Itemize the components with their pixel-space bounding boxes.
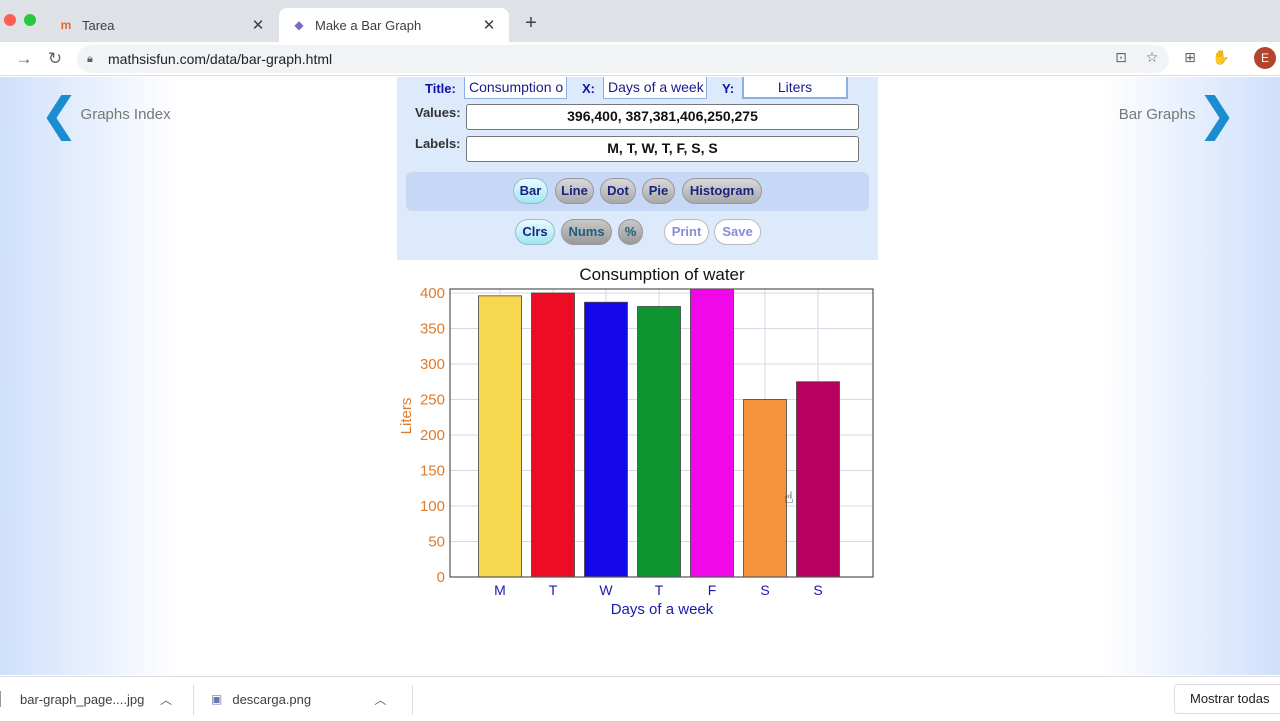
tab-title: Make a Bar Graph: [315, 17, 422, 33]
x-tick-label: T: [549, 582, 558, 598]
graph-type-strip: Bar Line Dot Pie Histogram: [406, 172, 869, 211]
save-button[interactable]: Save: [714, 219, 761, 245]
y-label: Y:: [722, 81, 735, 96]
tab-make-a-bar-graph[interactable]: ◆ Make a Bar Graph ✕: [279, 8, 509, 42]
address-bar[interactable]: 🔒︎ mathsisfun.com/data/bar-graph.html: [77, 45, 1169, 73]
translate-icon[interactable]: ⊡: [1111, 49, 1131, 66]
browser-toolbar: → ↻ 🔒︎ mathsisfun.com/data/bar-graph.htm…: [0, 42, 1280, 76]
x-tick-label: T: [655, 582, 664, 598]
download-item-jpg[interactable]: bar-graph_page....jpg ︿: [0, 677, 190, 721]
image-file-icon: ▣: [211, 692, 223, 706]
graphs-index-link[interactable]: ❮ Graphs Index: [40, 91, 171, 137]
pie-type-button[interactable]: Pie: [642, 178, 675, 204]
extension-hand-icon[interactable]: ✋: [1211, 49, 1231, 66]
y-axis-title: Liters: [398, 398, 415, 435]
mathsisfun-icon: ◆: [294, 18, 304, 32]
title-label: Title:: [425, 81, 456, 96]
nav-prev-label: Graphs Index: [80, 105, 171, 123]
new-tab-icon[interactable]: +: [520, 12, 542, 35]
y-tick-label: 100: [420, 498, 445, 515]
histogram-type-button[interactable]: Histogram: [682, 178, 762, 204]
x-tick-label: W: [599, 582, 613, 598]
bar-type-button[interactable]: Bar: [513, 178, 548, 204]
page-content: ❮ Graphs Index Bar Graphs ❯ Title: Consu…: [0, 77, 1280, 675]
y-tick-label: 0: [437, 569, 445, 586]
nav-next-label: Bar Graphs: [1118, 105, 1196, 123]
chevron-up-icon[interactable]: ︿: [160, 691, 172, 708]
bar-graphs-link[interactable]: Bar Graphs ❯: [1119, 91, 1236, 137]
graph-settings-panel: Title: Consumption o X: Days of a week Y…: [397, 77, 878, 260]
bar-1: [478, 295, 522, 578]
line-type-button[interactable]: Line: [555, 178, 594, 204]
bar-chart: Consumption of water Days of a week Lite…: [390, 262, 890, 622]
y-tick-label: 200: [420, 427, 445, 444]
lock-icon: 🔒︎: [87, 53, 93, 65]
bar-3: [584, 301, 628, 578]
x-axis-input[interactable]: Days of a week: [603, 77, 707, 99]
numbers-toggle[interactable]: Nums: [561, 219, 612, 245]
maximize-window-icon[interactable]: [24, 14, 36, 26]
values-textarea[interactable]: 396,400, 387,381,406,250,275: [466, 104, 859, 130]
percent-toggle[interactable]: %: [618, 219, 643, 245]
y-tick-label: 150: [420, 463, 445, 480]
moodle-icon: m: [60, 18, 72, 32]
x-tick-label: S: [813, 582, 822, 598]
close-tab-icon[interactable]: ✕: [481, 16, 497, 34]
chart-bars: [478, 288, 840, 578]
show-all-downloads-button[interactable]: Mostrar todas: [1174, 684, 1280, 714]
close-tab-icon[interactable]: ✕: [250, 16, 266, 34]
download-filename: descarga.png: [232, 691, 312, 707]
x-label: X:: [582, 81, 595, 96]
hand-cursor-icon: ☝: [784, 490, 794, 507]
tab-bar: m Tarea ✕ ◆ Make a Bar Graph ✕ +: [0, 0, 1280, 42]
divider: [193, 685, 194, 715]
star-icon[interactable]: ☆: [1142, 49, 1162, 66]
file-icon: [0, 691, 10, 707]
print-button[interactable]: Print: [664, 219, 709, 245]
y-axis-input[interactable]: Liters: [742, 77, 848, 99]
chart-svg: Consumption of water Days of a week Lite…: [398, 265, 874, 618]
bar-7: [796, 381, 840, 578]
x-axis-title: Days of a week: [611, 601, 714, 618]
chevron-up-icon[interactable]: ︿: [374, 691, 386, 708]
bar-2: [531, 292, 575, 578]
downloads-bar: bar-graph_page....jpg ︿ ▣ descarga.png ︿…: [0, 676, 1280, 720]
y-tick-label: 350: [420, 321, 445, 338]
bar-5: [690, 288, 734, 578]
dot-type-button[interactable]: Dot: [600, 178, 636, 204]
x-tick-label: M: [494, 582, 506, 598]
tab-title: Tarea: [82, 17, 115, 33]
x-tick-label: F: [708, 582, 717, 598]
x-tick-labels: MTWTFSS: [494, 582, 823, 598]
y-tick-label: 250: [420, 392, 445, 409]
chart-title: Consumption of water: [579, 265, 745, 284]
values-label: Values:: [415, 105, 461, 120]
colors-toggle[interactable]: Clrs: [515, 219, 555, 245]
bar-6: [743, 399, 787, 578]
labels-label: Labels:: [415, 136, 461, 151]
y-tick-label: 300: [420, 356, 445, 373]
download-filename: bar-graph_page....jpg: [20, 691, 145, 707]
divider: [412, 685, 413, 715]
forward-icon[interactable]: →: [13, 48, 35, 70]
tab-tarea[interactable]: m Tarea ✕: [46, 8, 278, 42]
avatar[interactable]: E: [1254, 47, 1276, 69]
reload-icon[interactable]: ↻: [44, 48, 66, 70]
y-tick-label: 400: [420, 285, 445, 302]
title-input[interactable]: Consumption o: [464, 77, 567, 99]
download-item-png[interactable]: ▣ descarga.png ︿: [211, 677, 401, 721]
x-tick-label: S: [760, 582, 769, 598]
labels-textarea[interactable]: M, T, W, T, F, S, S: [466, 136, 859, 162]
y-tick-labels: 0 50 100 150 200 250 300 350 400: [420, 285, 445, 586]
bar-4: [637, 306, 681, 578]
close-window-icon[interactable]: [4, 14, 16, 26]
chevron-right-icon: ❯: [1197, 88, 1236, 140]
chevron-left-icon: ❮: [40, 88, 79, 140]
extensions-icon[interactable]: ⊞: [1180, 49, 1200, 66]
url-text: mathsisfun.com/data/bar-graph.html: [108, 51, 333, 67]
y-tick-label: 50: [428, 534, 445, 551]
